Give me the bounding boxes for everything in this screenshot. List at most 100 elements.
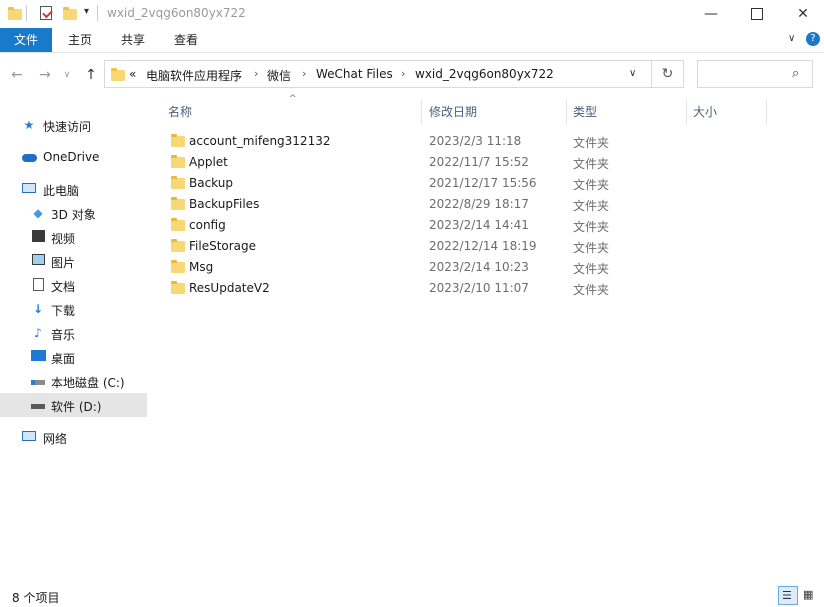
sidebar-item-network[interactable]: 网络 xyxy=(0,425,147,449)
breadcrumb-overflow[interactable]: « xyxy=(129,67,136,81)
sidebar-item-documents[interactable]: 文档 xyxy=(0,273,147,297)
column-header-date[interactable]: 修改日期 xyxy=(429,100,477,124)
refresh-icon: ↻ xyxy=(661,66,674,82)
sidebar-item-videos[interactable]: 视频 xyxy=(0,225,147,249)
chevron-down-icon: ∨ xyxy=(63,70,71,80)
help-icon[interactable]: ? xyxy=(806,32,820,46)
column-divider[interactable] xyxy=(566,100,567,124)
close-button[interactable]: ✕ xyxy=(780,0,824,28)
table-row[interactable]: account_mifeng312132 2023/2/3 11:18 文件夹 xyxy=(163,131,693,152)
breadcrumb-wechat[interactable]: 微信 xyxy=(267,67,291,84)
file-date: 2022/8/29 18:17 xyxy=(429,197,529,211)
forward-button[interactable]: → xyxy=(34,65,56,85)
tab-file[interactable]: 文件 xyxy=(0,28,52,52)
tab-view[interactable]: 查看 xyxy=(164,28,208,52)
table-row[interactable]: FileStorage 2022/12/14 18:19 文件夹 xyxy=(163,236,693,257)
search-input[interactable]: ⌕ xyxy=(697,60,813,88)
file-type: 文件夹 xyxy=(573,283,610,297)
file-name: Msg xyxy=(189,260,214,274)
table-row[interactable]: BackupFiles 2022/8/29 18:17 文件夹 xyxy=(163,194,693,215)
folder-icon xyxy=(171,281,185,294)
folder-icon xyxy=(171,197,185,210)
3d-objects-icon: ◆ xyxy=(33,206,43,220)
up-button[interactable]: ↑ xyxy=(80,65,102,85)
column-header-size[interactable]: 大小 xyxy=(693,100,717,124)
column-divider[interactable] xyxy=(421,100,422,124)
breadcrumb-apps[interactable]: 电脑软件应用程序 xyxy=(146,67,242,84)
close-icon: ✕ xyxy=(797,6,809,22)
address-dropdown-icon[interactable]: ∨ xyxy=(629,68,636,79)
sidebar-item-downloads[interactable]: ↓ 下载 xyxy=(0,297,147,321)
breadcrumb-chevron-icon[interactable]: › xyxy=(401,67,405,80)
table-row[interactable]: ResUpdateV2 2023/2/10 11:07 文件夹 xyxy=(163,278,693,299)
column-divider[interactable] xyxy=(686,100,687,124)
title-bar: ▾ wxid_2vqg6on80yx722 — ✕ xyxy=(0,0,824,28)
large-icons-view-button[interactable]: ▦ xyxy=(800,586,820,605)
file-date: 2023/2/3 11:18 xyxy=(429,134,522,148)
sidebar-item-label: 下载 xyxy=(51,304,76,318)
file-date: 2022/12/14 18:19 xyxy=(429,239,537,253)
details-view-button[interactable]: ☰ xyxy=(778,586,798,605)
details-view-icon: ☰ xyxy=(782,589,792,602)
sidebar-item-drive-d[interactable]: 软件 (D:) xyxy=(0,393,147,417)
breadcrumb-chevron-icon[interactable]: › xyxy=(302,67,306,80)
folder-icon xyxy=(8,7,22,20)
column-header-name[interactable]: 名称 xyxy=(168,100,192,124)
table-row[interactable]: Msg 2023/2/14 10:23 文件夹 xyxy=(163,257,693,278)
sidebar-item-label: 软件 (D:) xyxy=(51,400,102,414)
new-folder-icon[interactable] xyxy=(63,7,77,20)
column-divider[interactable] xyxy=(766,100,767,124)
folder-icon xyxy=(171,218,185,231)
sidebar-item-label: 视频 xyxy=(51,232,76,246)
music-icon: ♪ xyxy=(34,326,42,340)
breadcrumb-wechat-files[interactable]: WeChat Files xyxy=(316,67,393,81)
drive-icon xyxy=(30,374,46,388)
table-row[interactable]: Backup 2021/12/17 15:56 文件夹 xyxy=(163,173,693,194)
tab-home[interactable]: 主页 xyxy=(58,28,102,52)
video-icon xyxy=(30,230,46,244)
sidebar-item-label: 图片 xyxy=(51,256,76,270)
column-header-type[interactable]: 类型 xyxy=(573,100,597,124)
expand-ribbon-icon[interactable]: ∨ xyxy=(788,33,795,44)
minimize-button[interactable]: — xyxy=(688,0,734,28)
tab-share[interactable]: 共享 xyxy=(111,28,155,52)
file-type: 文件夹 xyxy=(573,241,610,255)
file-name: Backup xyxy=(189,176,233,190)
sidebar-item-this-pc[interactable]: 此电脑 xyxy=(0,177,147,201)
back-button[interactable]: ← xyxy=(6,65,28,85)
customize-quick-access-icon[interactable]: ▾ xyxy=(84,6,89,17)
sidebar-item-3d-objects[interactable]: ◆ 3D 对象 xyxy=(0,201,147,225)
table-row[interactable]: config 2023/2/14 14:41 文件夹 xyxy=(163,215,693,236)
file-type: 文件夹 xyxy=(573,136,610,150)
sidebar-item-desktop[interactable]: 桌面 xyxy=(0,345,147,369)
file-type: 文件夹 xyxy=(573,178,610,192)
desktop-icon xyxy=(30,350,46,364)
recent-locations-button[interactable]: ∨ xyxy=(60,65,74,85)
navigation-bar: ← → ∨ ↑ « 电脑软件应用程序 › 微信 › WeChat Files ›… xyxy=(0,57,824,93)
sidebar-item-pictures[interactable]: 图片 xyxy=(0,249,147,273)
sidebar-item-drive-c[interactable]: 本地磁盘 (C:) xyxy=(0,369,147,393)
cloud-icon xyxy=(21,150,37,164)
file-date: 2022/11/7 15:52 xyxy=(429,155,529,169)
table-row[interactable]: Applet 2022/11/7 15:52 文件夹 xyxy=(163,152,693,173)
star-icon: ★ xyxy=(23,118,35,132)
window-title: wxid_2vqg6on80yx722 xyxy=(107,6,246,20)
sidebar-item-label: 文档 xyxy=(51,280,76,294)
address-bar[interactable]: « 电脑软件应用程序 › 微信 › WeChat Files › wxid_2v… xyxy=(104,60,652,88)
folder-icon xyxy=(171,260,185,273)
breadcrumb-wxid[interactable]: wxid_2vqg6on80yx722 xyxy=(415,67,554,81)
file-type: 文件夹 xyxy=(573,157,610,171)
arrow-up-icon: ↑ xyxy=(85,67,97,83)
sidebar-item-quick-access[interactable]: ★ 快速访问 xyxy=(0,113,147,137)
sidebar-item-label: 桌面 xyxy=(51,352,76,366)
ribbon-tabs: 文件 主页 共享 查看 ∨ ? xyxy=(0,28,824,53)
sidebar-item-onedrive[interactable]: OneDrive xyxy=(0,145,147,169)
maximize-button[interactable] xyxy=(734,0,780,28)
breadcrumb-chevron-icon[interactable]: › xyxy=(254,67,258,80)
file-date: 2023/2/14 14:41 xyxy=(429,218,529,232)
file-type: 文件夹 xyxy=(573,199,610,213)
properties-icon[interactable] xyxy=(40,6,53,20)
file-type: 文件夹 xyxy=(573,220,610,234)
refresh-button[interactable]: ↻ xyxy=(652,60,684,88)
sidebar-item-music[interactable]: ♪ 音乐 xyxy=(0,321,147,345)
